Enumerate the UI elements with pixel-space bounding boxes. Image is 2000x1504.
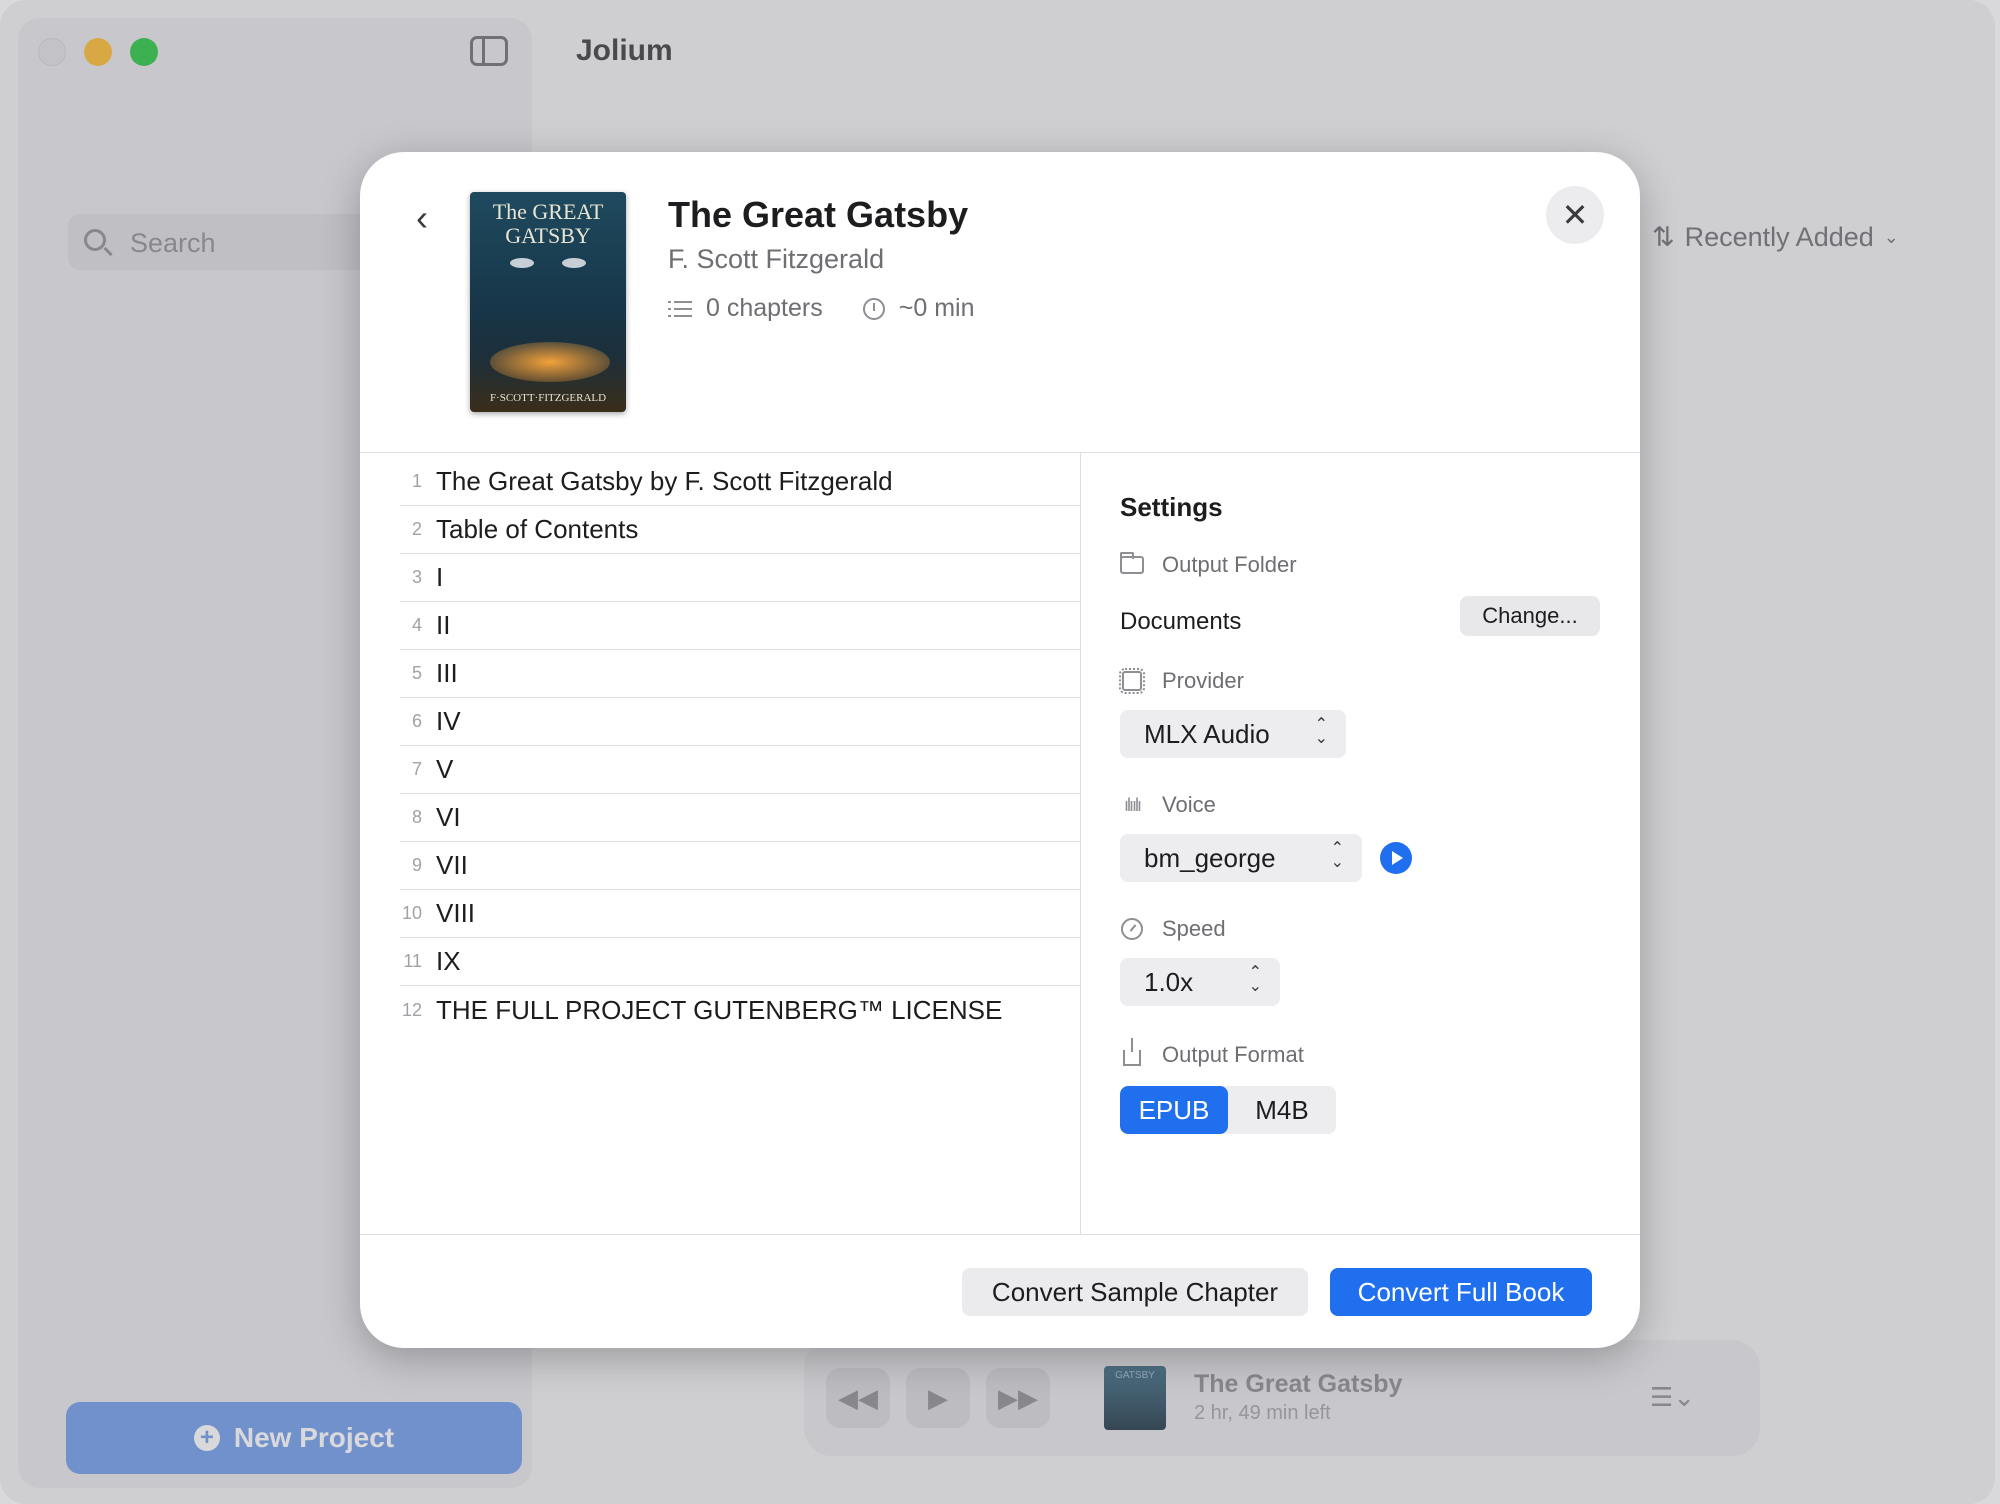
chapter-number: 11 bbox=[403, 951, 422, 971]
voice-label: ılıılı Voice bbox=[1120, 792, 1216, 818]
chapter-title: The Great Gatsby by F. Scott Fitzgerald bbox=[436, 466, 893, 496]
chapters-count: 0 chapters bbox=[706, 294, 823, 322]
waveform-icon: ılıılı bbox=[1123, 794, 1142, 815]
chapter-number: 9 bbox=[411, 855, 422, 875]
chapter-row[interactable]: 8 VI bbox=[400, 794, 1080, 842]
column-divider bbox=[1080, 452, 1081, 1234]
header-divider bbox=[360, 452, 1640, 453]
chapter-title: I bbox=[436, 562, 444, 592]
output-format-label-text: Output Format bbox=[1162, 1042, 1304, 1067]
chapter-row[interactable]: 11 IX bbox=[400, 938, 1080, 986]
chapter-row[interactable]: 3I bbox=[400, 554, 1080, 602]
cover-title-line2: GATSBY bbox=[505, 223, 591, 248]
duration: ~0 min bbox=[898, 294, 975, 322]
speed-label: Speed bbox=[1120, 916, 1226, 942]
output-folder-label: Output Folder bbox=[1120, 552, 1297, 578]
convert-full-book-button[interactable]: Convert Full Book bbox=[1330, 1268, 1592, 1316]
chapter-row[interactable]: 12 THE FULL PROJECT GUTENBERG™ LICENSE bbox=[400, 986, 1080, 1034]
cpu-chip-icon bbox=[1119, 668, 1145, 694]
format-m4b-segment[interactable]: M4B bbox=[1228, 1086, 1336, 1134]
book-detail-sheet: ‹ ✕ The GREAT GATSBY F·SCOTT·FITZGERALD … bbox=[360, 152, 1640, 1348]
change-folder-button[interactable]: Change... bbox=[1460, 596, 1600, 636]
format-epub-segment[interactable]: EPUB bbox=[1120, 1086, 1228, 1134]
voice-select[interactable]: bm_george ⌃ ⌄ bbox=[1120, 834, 1362, 882]
chapter-title: Table of Contents bbox=[436, 514, 639, 544]
cover-city-lights-art bbox=[490, 342, 610, 382]
speed-label-text: Speed bbox=[1162, 916, 1226, 941]
provider-select[interactable]: MLX Audio ⌃ ⌄ bbox=[1120, 710, 1346, 758]
chapter-title: II bbox=[436, 610, 451, 640]
chapter-row[interactable]: 10 VIII bbox=[400, 890, 1080, 938]
chapter-row[interactable]: 5 III bbox=[400, 650, 1080, 698]
provider-value: MLX Audio bbox=[1144, 718, 1270, 749]
chapter-number: 10 bbox=[401, 903, 422, 923]
output-format-label: Output Format bbox=[1120, 1038, 1304, 1068]
chapter-title: III bbox=[436, 658, 458, 688]
back-chevron-icon[interactable]: ‹ bbox=[404, 198, 440, 238]
chapter-row[interactable]: 4 II bbox=[400, 602, 1080, 650]
chapter-number: 5 bbox=[411, 663, 422, 683]
preview-voice-play-icon[interactable] bbox=[1380, 842, 1412, 874]
up-down-chevron-icon: ⌃ ⌄ bbox=[1314, 716, 1328, 747]
list-icon bbox=[668, 299, 692, 319]
voice-value: bm_george bbox=[1144, 842, 1276, 873]
chapter-title: IV bbox=[436, 706, 461, 736]
chapter-title: THE FULL PROJECT GUTENBERG™ LICENSE bbox=[436, 994, 1003, 1025]
chapter-title: VII bbox=[436, 850, 468, 880]
chapter-row[interactable]: 9 VII bbox=[400, 842, 1080, 890]
chapter-list: 1 The Great Gatsby by F. Scott Fitzgerald… bbox=[400, 458, 1080, 1034]
settings-title: Settings bbox=[1120, 492, 1223, 522]
cover-author: F·SCOTT·FITZGERALD bbox=[489, 392, 607, 404]
book-cover: The GREAT GATSBY F·SCOTT·FITZGERALD bbox=[470, 192, 626, 412]
chapter-number: 12 bbox=[401, 999, 422, 1020]
chapter-row[interactable]: 6 IV bbox=[400, 698, 1080, 746]
clock-icon bbox=[862, 297, 885, 320]
share-icon bbox=[1123, 1038, 1141, 1066]
chapter-number: 8 bbox=[411, 807, 422, 827]
book-meta: 0 chapters ~0 min bbox=[668, 294, 974, 323]
voice-label-text: Voice bbox=[1162, 792, 1216, 817]
chapter-row[interactable]: 1 The Great Gatsby by F. Scott Fitzgerald bbox=[400, 458, 1080, 506]
provider-label-text: Provider bbox=[1162, 668, 1244, 693]
chapter-row[interactable]: 2 Table of Contents bbox=[400, 506, 1080, 554]
chapter-row[interactable]: 7V bbox=[400, 746, 1080, 794]
cover-title-line1: The GREAT bbox=[492, 199, 604, 224]
up-down-chevron-icon: ⌃ ⌄ bbox=[1330, 840, 1344, 871]
chapter-number: 7 bbox=[411, 759, 422, 779]
chapter-number: 3 bbox=[411, 567, 422, 587]
chapter-number: 4 bbox=[411, 615, 422, 635]
close-icon: ✕ bbox=[1561, 197, 1589, 233]
close-sheet-button[interactable]: ✕ bbox=[1546, 186, 1604, 244]
up-down-chevron-icon: ⌃ ⌄ bbox=[1248, 964, 1262, 995]
chapter-title: IX bbox=[436, 946, 461, 976]
book-title: The Great Gatsby bbox=[668, 194, 969, 235]
convert-sample-chapter-button[interactable]: Convert Sample Chapter bbox=[962, 1268, 1308, 1316]
speed-value: 1.0x bbox=[1144, 966, 1194, 997]
speedometer-icon bbox=[1121, 918, 1143, 940]
folder-icon bbox=[1120, 552, 1144, 574]
chapter-number: 1 bbox=[411, 471, 422, 491]
book-author: F. Scott Fitzgerald bbox=[668, 244, 885, 274]
chapter-title: VIII bbox=[436, 898, 476, 928]
chapter-title: VI bbox=[436, 802, 461, 832]
cover-eyes-art bbox=[510, 258, 586, 272]
provider-label: Provider bbox=[1119, 668, 1244, 694]
cover-title: The GREAT GATSBY bbox=[470, 200, 626, 248]
speed-select[interactable]: 1.0x ⌃ ⌄ bbox=[1120, 958, 1280, 1006]
output-folder-label-text: Output Folder bbox=[1162, 552, 1297, 577]
output-format-segmented-control: EPUB M4B bbox=[1120, 1086, 1336, 1134]
chapter-number: 6 bbox=[411, 711, 422, 731]
chapter-number: 2 bbox=[411, 519, 422, 539]
chapter-title: V bbox=[436, 754, 454, 784]
output-folder-value: Documents bbox=[1120, 608, 1242, 635]
footer-divider bbox=[360, 1234, 1640, 1235]
